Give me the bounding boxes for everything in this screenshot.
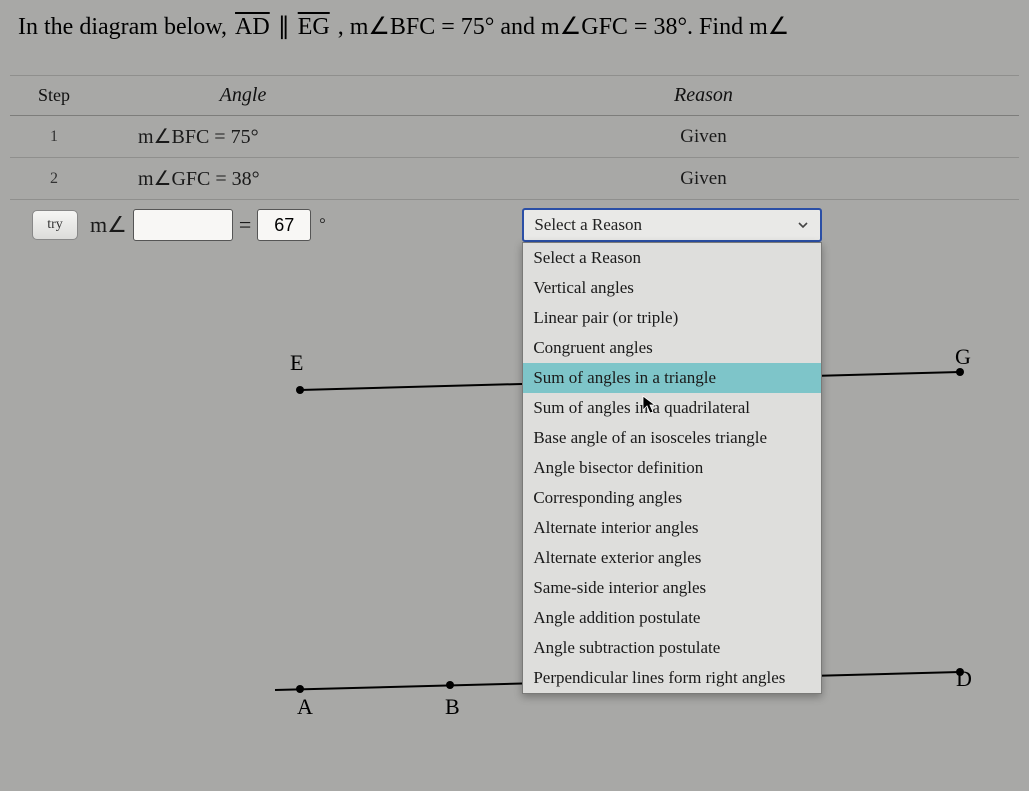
reason-option[interactable]: Linear pair (or triple) [523, 303, 821, 333]
step-number: 2 [10, 162, 98, 196]
reason-select-placeholder: Select a Reason [534, 215, 642, 235]
reason-select[interactable]: Select a Reason Select a ReasonVertical … [522, 208, 822, 242]
parallel-symbol: ∥ [278, 14, 296, 40]
table-header-row: Step Angle Reason [10, 75, 1019, 116]
reason-option[interactable]: Same-side interior angles [523, 573, 821, 603]
header-angle: Angle [98, 76, 388, 115]
step-reason: Given [388, 118, 1019, 156]
reason-option[interactable]: Congruent angles [523, 333, 821, 363]
problem-prefix: In the diagram below, [18, 14, 233, 40]
angle-degree-input[interactable] [257, 209, 311, 241]
reason-option[interactable]: Alternate exterior angles [523, 543, 821, 573]
try-button[interactable]: try [32, 210, 78, 240]
step-reason: Given [388, 160, 1019, 198]
m-angle-prefix: m∠ [90, 212, 127, 238]
step-number: 1 [10, 120, 98, 154]
header-step: Step [10, 77, 98, 114]
reason-option[interactable]: Alternate interior angles [523, 513, 821, 543]
reason-select-box[interactable]: Select a Reason [522, 208, 822, 242]
header-reason: Reason [388, 76, 1019, 115]
reason-option[interactable]: Vertical angles [523, 273, 821, 303]
reason-option[interactable]: Angle subtraction postulate [523, 633, 821, 663]
reason-option[interactable]: Corresponding angles [523, 483, 821, 513]
reason-option[interactable]: Base angle of an isosceles triangle [523, 423, 821, 453]
problem-statement: In the diagram below, AD ∥ EG , m∠BFC = … [0, 0, 1029, 53]
step-angle: m∠BFC = 75° [98, 116, 388, 157]
reason-option[interactable]: Angle bisector definition [523, 453, 821, 483]
table-row: 2 m∠GFC = 38° Given [10, 158, 1019, 200]
segment-eg: EG [296, 14, 332, 40]
geometry-diagram [0, 320, 1029, 790]
table-row: 1 m∠BFC = 75° Given [10, 116, 1019, 158]
reason-option[interactable]: Select a Reason [523, 243, 821, 273]
segment-ad: AD [233, 14, 272, 40]
chevron-down-icon [796, 218, 810, 232]
reason-option[interactable]: Sum of angles in a triangle [523, 363, 821, 393]
equals-sign: = [239, 212, 251, 238]
reason-option[interactable]: Perpendicular lines form right angles [523, 663, 821, 693]
problem-mid: , m∠BFC = 75° and m∠GFC = 38°. Find m∠ [338, 14, 790, 40]
proof-table: Step Angle Reason 1 m∠BFC = 75° Given 2 … [10, 75, 1019, 250]
reason-option[interactable]: Angle addition postulate [523, 603, 821, 633]
reason-option[interactable]: Sum of angles in a quadrilateral [523, 393, 821, 423]
reason-dropdown: Select a ReasonVertical anglesLinear pai… [522, 242, 822, 694]
try-button-label: try [47, 217, 63, 233]
try-row: try m∠ = ° Select a Reason Select a [10, 200, 1019, 250]
angle-name-input[interactable] [133, 209, 233, 241]
step-angle: m∠GFC = 38° [98, 158, 388, 199]
